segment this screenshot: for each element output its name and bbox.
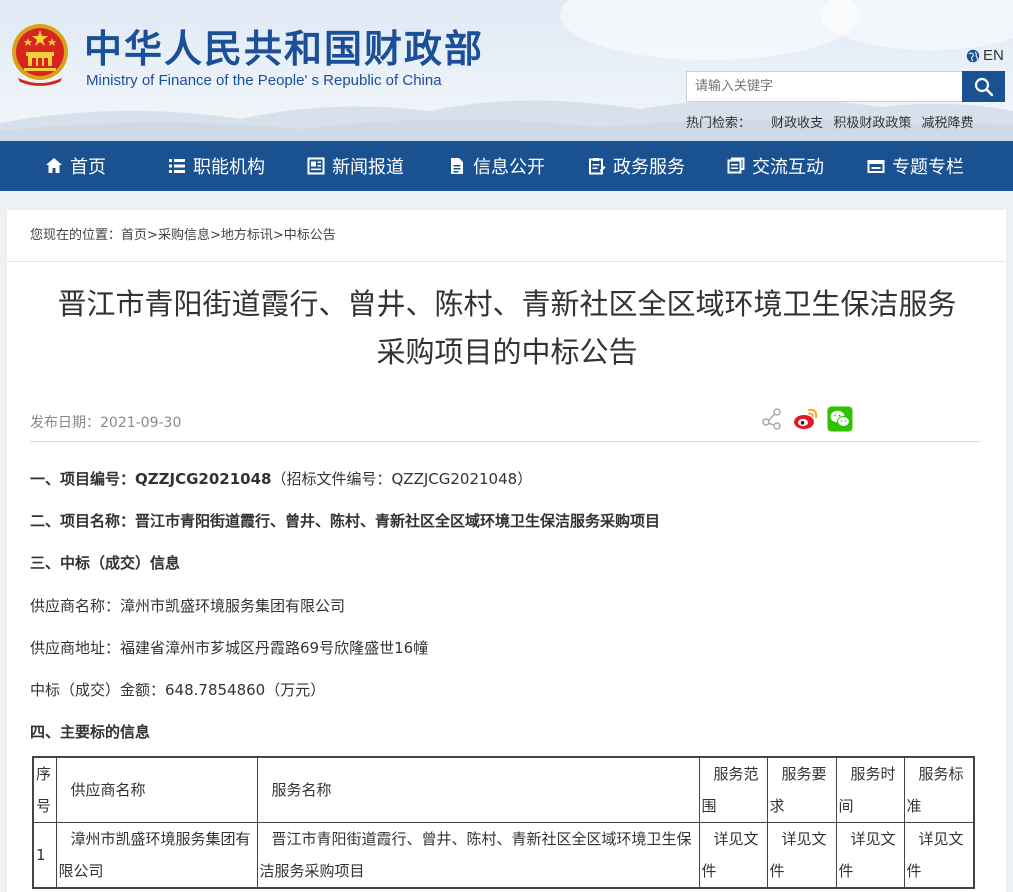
hot-search-label: 热门检索： (686, 116, 752, 131)
table-header-cell: 服务要求 (766, 756, 837, 823)
supplier-name: 供应商名称：漳州市凯盛环境服务集团有限公司 (30, 597, 346, 615)
main-nav: 首页 职能机构 新闻报道 信息公开 政务服务 交流互动 专题专栏 (0, 141, 1013, 191)
project-number: 一、项目编号：QZZJCG2021048（招标文件编号：QZZJCG202104… (30, 468, 532, 489)
breadcrumb: 您现在的位置：首页>采购信息>地方标讯>中标公告 (7, 210, 1006, 262)
table-header-cell: 服务范围 (698, 756, 768, 823)
hot-search: 热门检索： 财政收支 积极财政政策 减税降费 (686, 112, 979, 131)
article-panel: 您现在的位置：首页>采购信息>地方标讯>中标公告 晋江市青阳街道霞行、曾井、陈村… (7, 210, 1006, 892)
table-cell: 漳州市凯盛环境服务集团有限公司 (55, 822, 258, 889)
nav-item-interaction[interactable]: 交流互动 (727, 141, 824, 191)
divider (30, 441, 981, 442)
nav-item-news[interactable]: 新闻报道 (307, 141, 404, 191)
nav-item-home[interactable]: 首页 (45, 141, 106, 191)
site-header: 中华人民共和国财政部 Ministry of Finance of the Pe… (0, 0, 1013, 141)
table-header-cell: 供应商名称 (55, 756, 258, 823)
hot-search-item[interactable]: 减税降费 (921, 116, 973, 131)
wechat-share-button[interactable] (827, 406, 853, 432)
article-title: 晋江市青阳街道霞行、曾井、陈村、青新社区全区域环境卫生保洁服务 采购项目的中标公… (27, 280, 987, 376)
nav-item-special-topics[interactable]: 专题专栏 (867, 141, 964, 191)
project-number-value: QZZJCG2021048 (135, 470, 272, 488)
nav-item-gov-services[interactable]: 政务服务 (588, 141, 685, 191)
subject-info-table: 序号 供应商名称 服务名称 服务范围 服务要求 服务时间 服务标准 1 漳州市凯… (32, 756, 975, 889)
table-cell: 详见文件 (835, 822, 905, 889)
language-switch[interactable]: EN (966, 47, 1004, 64)
nav-item-functions[interactable]: 职能机构 (168, 141, 265, 191)
hot-search-item[interactable]: 财政收支 (771, 116, 823, 131)
project-number-note: （招标文件编号：QZZJCG2021048） (271, 470, 533, 488)
section-heading: 三、中标（成交）信息 (30, 554, 181, 572)
globe-icon (966, 49, 980, 62)
article-title-line: 采购项目的中标公告 (376, 335, 638, 369)
project-name-value: 晋江市青阳街道霞行、曾井、陈村、青新社区全区域环境卫生保洁服务采购项目 (135, 512, 661, 530)
chat-icon (727, 157, 745, 174)
table-header-cell: 序号 (32, 756, 57, 823)
breadcrumb-link-local-bids[interactable]: 地方标讯 (221, 228, 273, 243)
share-icon (762, 408, 781, 430)
weibo-share-button[interactable] (793, 406, 819, 432)
supplier-address: 供应商地址：福建省漳州市芗城区丹霞路69号欣隆盛世16幢 (30, 639, 429, 657)
home-icon (46, 158, 62, 173)
nav-item-label: 新闻报道 (332, 157, 404, 178)
table-cell: 晋江市青阳街道霞行、曾井、陈村、青新社区全区域环境卫生保洁服务采购项目 (256, 822, 700, 889)
document-icon (451, 158, 463, 174)
search-icon (974, 77, 993, 96)
breadcrumb-separator: > (209, 228, 221, 243)
breadcrumb-link-award-notice[interactable]: 中标公告 (284, 228, 336, 243)
breadcrumb-prefix: 您现在的位置： (30, 228, 122, 243)
wechat-icon (827, 406, 853, 432)
nav-item-label: 首页 (70, 157, 106, 178)
site-logo-en: Ministry of Finance of the People' s Rep… (86, 72, 442, 89)
window-icon (867, 160, 885, 173)
breadcrumb-link-home[interactable]: 首页 (121, 228, 147, 243)
table-header-cell: 服务时间 (835, 756, 905, 823)
section-heading: 四、主要标的信息 (30, 723, 151, 741)
nav-item-label: 专题专栏 (892, 157, 964, 178)
breadcrumb-link-procurement[interactable]: 采购信息 (158, 228, 210, 243)
project-name: 二、项目名称：晋江市青阳街道霞行、曾井、陈村、青新社区全区域环境卫生保洁服务采购… (30, 510, 660, 531)
breadcrumb-separator: > (147, 228, 158, 243)
list-icon (169, 159, 185, 173)
header-cloud (560, 0, 860, 60)
table-header-cell: 服务标准 (903, 756, 975, 823)
nav-item-label: 信息公开 (473, 157, 545, 178)
section-award-info: 三、中标（成交）信息 (30, 552, 180, 573)
table-header-cell: 服务名称 (256, 756, 700, 823)
language-label: EN (983, 47, 1004, 64)
table-header-row: 序号 供应商名称 服务名称 服务范围 服务要求 服务时间 服务标准 (32, 756, 975, 823)
header-cloud (820, 0, 1013, 50)
weibo-icon (794, 408, 818, 429)
nav-item-info-disclosure[interactable]: 信息公开 (448, 141, 545, 191)
search-input[interactable] (686, 71, 963, 102)
search-button[interactable] (962, 71, 1005, 102)
hot-search-item[interactable]: 积极财政政策 (833, 116, 911, 131)
clipboard-icon (589, 158, 606, 175)
publish-date-value: 2021-09-30 (100, 415, 182, 431)
site-logo-cn[interactable]: 中华人民共和国财政部 (84, 27, 484, 71)
table-cell: 详见文件 (903, 822, 975, 889)
share-bar (759, 406, 853, 432)
article-title-line: 晋江市青阳街道霞行、曾井、陈村、青新社区全区域环境卫生保洁服务 (57, 287, 957, 321)
award-amount: 中标（成交）金额：648.7854860（万元） (30, 681, 326, 699)
table-cell: 详见文件 (766, 822, 837, 889)
newspaper-icon (307, 157, 325, 175)
publish-date: 发布日期：2021-09-30 (30, 412, 181, 432)
table-cell: 详见文件 (698, 822, 768, 889)
national-emblem-icon (12, 24, 68, 86)
nav-item-label: 交流互动 (752, 157, 824, 178)
table-cell: 1 (32, 822, 57, 889)
nav-item-label: 职能机构 (193, 157, 265, 178)
share-button[interactable] (759, 406, 785, 432)
nav-item-label: 政务服务 (613, 157, 685, 178)
project-number-label: 一、项目编号： (30, 470, 136, 488)
table-row: 1 漳州市凯盛环境服务集团有限公司 晋江市青阳街道霞行、曾井、陈村、青新社区全区… (32, 822, 975, 889)
section-subject-info: 四、主要标的信息 (30, 721, 150, 742)
project-name-label: 二、项目名称： (30, 512, 136, 530)
breadcrumb-separator: > (272, 228, 284, 243)
publish-date-label: 发布日期： (30, 415, 100, 431)
